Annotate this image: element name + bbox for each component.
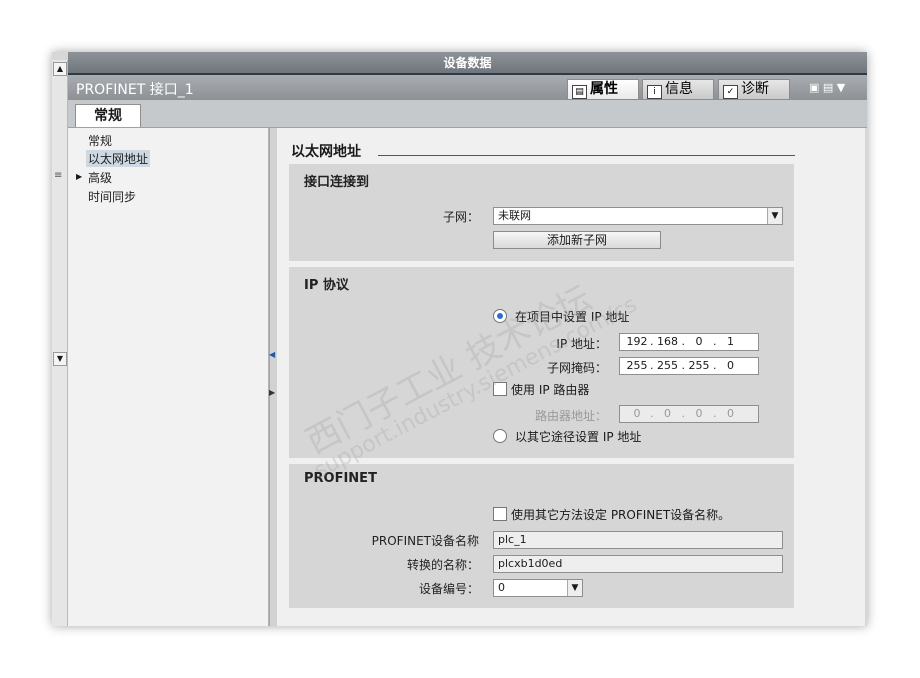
scroll-up-icon[interactable]: ▲ (53, 62, 67, 76)
expand-right-icon[interactable]: ▶ (269, 388, 275, 397)
info-icon: i (647, 85, 662, 99)
router-octet-1: 0 (633, 407, 641, 420)
expand-arrow-icon[interactable]: ▶ (76, 172, 82, 181)
nav-item-ethernet-address[interactable]: 以太网地址 (86, 150, 151, 167)
router-octet-3: 0 (695, 407, 703, 420)
title-rule (378, 155, 795, 156)
add-subnet-button[interactable]: 添加新子网 (493, 231, 661, 249)
use-ip-router-label: 使用 IP 路由器 (511, 383, 590, 397)
subnet-label: 子网： (442, 210, 479, 224)
tab-diagnostics-label: 诊断 (741, 81, 769, 97)
other-method-label: 使用其它方法设定 PROFINET设备名称。 (511, 508, 731, 522)
tab-properties[interactable]: ▤ 属性 (567, 79, 639, 100)
device-name-label: PROFINET设备名称 (371, 534, 479, 548)
subnet-dropdown[interactable]: 未联网 ▼ (493, 207, 783, 225)
device-number-dropdown[interactable]: 0 ▼ (493, 579, 583, 597)
subnet-value: 未联网 (498, 209, 531, 222)
nav-tree: 常规 以太网地址 ▶ 高级 时间同步 (68, 128, 269, 626)
converted-name-label: 转换的名称： (406, 558, 479, 572)
set-ip-other-radio[interactable] (493, 429, 507, 443)
tab-general[interactable]: 常规 (75, 104, 141, 127)
diagnostics-icon: ✓ (723, 85, 738, 99)
window-title: 设备数据 (68, 52, 867, 74)
router-address-label: 路由器地址： (534, 409, 607, 423)
ip-address-field[interactable]: 192. 168. 0. 1 (619, 333, 759, 351)
mask-octet-1: 255 (626, 359, 648, 372)
tab-info[interactable]: i 信息 (642, 79, 714, 100)
router-address-field[interactable]: 0.0.0.0 (619, 405, 759, 423)
chevron-down-icon[interactable]: ▼ (567, 580, 582, 596)
interface-section: 接口连接到 子网： 未联网 ▼ 添加新子网 (289, 164, 794, 261)
properties-icon: ▤ (572, 85, 587, 99)
parent-scrollbar[interactable]: ▲ ≡ ▼ (52, 60, 68, 626)
other-method-checkbox[interactable] (493, 507, 507, 521)
router-octet-4: 0 (727, 407, 734, 420)
device-number-label: 设备编号： (418, 582, 479, 596)
subnet-mask-field[interactable]: 255. 255. 255. 0 (619, 357, 759, 375)
page-title: 以太网地址 (291, 144, 361, 160)
inspector-title: PROFINET 接口_1 (76, 82, 194, 98)
set-ip-other-label: 以其它途径设置 IP 地址 (515, 430, 642, 444)
inspector-header: PROFINET 接口_1 ▤ 属性 i 信息 ✓ 诊断 ▣ ▤ ▼ (68, 75, 867, 100)
ip-octet-3: 0 (695, 335, 703, 348)
ip-octet-2: 168 (657, 335, 678, 348)
ip-octet-4: 1 (727, 335, 734, 348)
interface-section-title: 接口连接到 (304, 175, 370, 190)
mask-octet-3: 255 (688, 359, 710, 372)
device-name-field[interactable]: plc_1 (493, 531, 783, 549)
window-controls-icon[interactable]: ▣ ▤ ▼ (809, 81, 859, 95)
collapse-left-icon[interactable]: ◀ (269, 350, 275, 359)
tab-properties-label: 属性 (590, 81, 618, 97)
profinet-section: PROFINET 使用其它方法设定 PROFINET设备名称。 PROFINET… (289, 464, 794, 608)
router-octet-2: 0 (664, 407, 671, 420)
chevron-down-icon[interactable]: ▼ (767, 208, 782, 224)
ip-section-title: IP 协议 (304, 278, 349, 293)
content-pane: 以太网地址 接口连接到 子网： 未联网 ▼ 添加新子网 IP 协议 在项目中设置… (277, 128, 865, 626)
device-number-value: 0 (498, 581, 505, 594)
scroll-down-icon[interactable]: ▼ (53, 352, 67, 366)
tab-diagnostics[interactable]: ✓ 诊断 (718, 79, 790, 100)
menu-grip-icon: ≡ (54, 170, 63, 181)
main-tab-strip: 常规 (68, 100, 867, 128)
tab-info-label: 信息 (665, 81, 693, 97)
converted-name-field[interactable]: plcxb1d0ed (493, 555, 783, 573)
ip-octet-1: 192 (626, 335, 648, 348)
mask-octet-4: 0 (727, 359, 734, 372)
nav-item-time-sync[interactable]: 时间同步 (88, 188, 136, 205)
mask-octet-2: 255 (657, 359, 678, 372)
nav-item-advanced[interactable]: 高级 (88, 169, 112, 186)
nav-item-general[interactable]: 常规 (88, 132, 112, 149)
